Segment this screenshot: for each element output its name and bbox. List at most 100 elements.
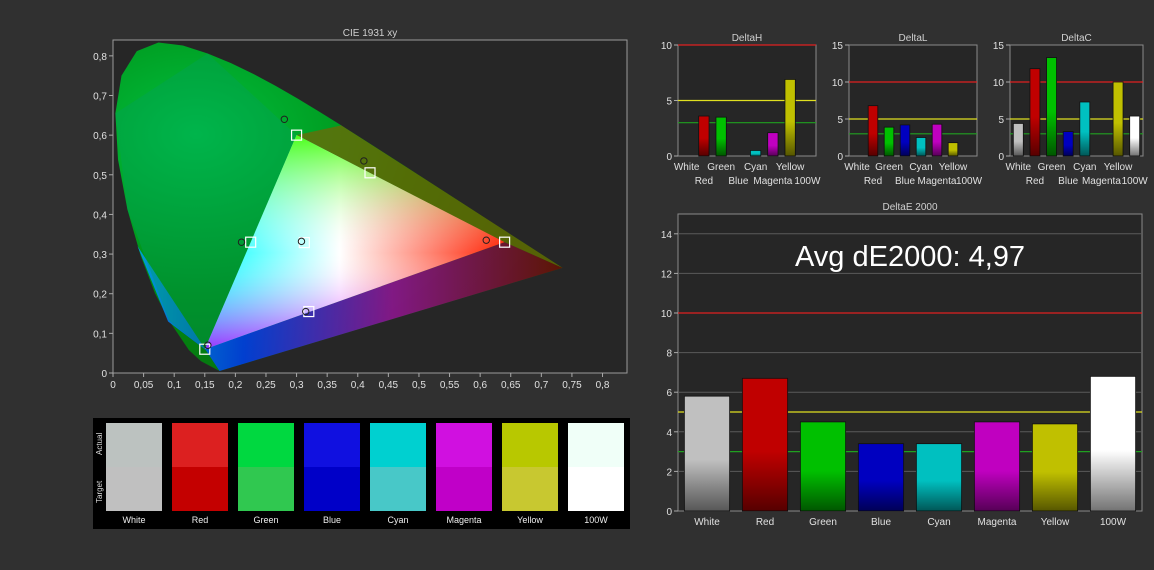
delta-c-x-label: Magenta bbox=[1082, 176, 1121, 187]
delta-h-x-label: 100W bbox=[794, 176, 821, 187]
cie-x-tick-label: 0,3 bbox=[290, 380, 304, 391]
delta-e-x-label: Yellow bbox=[1041, 517, 1070, 528]
delta-h-title: DeltaH bbox=[732, 33, 763, 44]
cie-x-tick-label: 0,55 bbox=[440, 380, 460, 391]
delta-e-bar-shade bbox=[916, 443, 962, 511]
swatch-red: Red bbox=[172, 423, 228, 525]
swatch-target bbox=[502, 467, 558, 511]
delta-e-y-tick-label: 6 bbox=[666, 388, 672, 399]
delta-e-bar-shade bbox=[974, 421, 1020, 511]
delta-h-x-label: Red bbox=[695, 176, 713, 187]
cie-y-tick-label: 0,6 bbox=[93, 131, 107, 142]
delta-e-bar-shade bbox=[858, 443, 904, 511]
delta-e-x-label: Cyan bbox=[927, 517, 950, 528]
delta-c-x-label: Blue bbox=[1058, 176, 1078, 187]
delta-e-x-label: Magenta bbox=[978, 517, 1017, 528]
cie-y-tick-label: 0,4 bbox=[93, 210, 107, 221]
delta-e-y-tick-label: 0 bbox=[666, 507, 672, 518]
color-swatch-panel: Actual Target White Red Green Blue Cyan Magen… bbox=[93, 418, 630, 529]
swatch-target bbox=[238, 467, 294, 511]
cie-x-tick-label: 0,35 bbox=[317, 380, 337, 391]
swatch-actual bbox=[172, 423, 228, 467]
delta-h-bar-shade bbox=[698, 116, 710, 156]
delta-c-x-label: White bbox=[1006, 162, 1032, 173]
cie-y-tick-label: 0,5 bbox=[93, 171, 107, 182]
delta-e-y-tick-label: 12 bbox=[661, 269, 673, 280]
cie-x-tick-label: 0,2 bbox=[228, 380, 242, 391]
delta-e-bar-shade bbox=[742, 378, 788, 511]
delta-l-bar-shade bbox=[884, 127, 894, 156]
delta-e-y-tick-label: 14 bbox=[661, 230, 673, 241]
delta-l-bar-shade bbox=[948, 142, 958, 156]
swatch-magenta: Magenta bbox=[436, 423, 492, 525]
cie-title: CIE 1931 xy bbox=[343, 28, 397, 39]
delta-e-y-tick-label: 2 bbox=[666, 467, 672, 478]
delta-c-bar-shade bbox=[1129, 116, 1140, 156]
swatch-target bbox=[304, 467, 360, 511]
delta-l-x-label: 100W bbox=[956, 176, 983, 187]
swatch-label: White bbox=[122, 515, 146, 525]
swatch-actual bbox=[502, 423, 558, 467]
delta-h-y-tick-label: 0 bbox=[666, 152, 672, 163]
delta-h-x-label: Blue bbox=[728, 176, 748, 187]
swatch-label: Cyan bbox=[387, 515, 409, 525]
swatch-green: Green bbox=[238, 423, 294, 525]
swatch-label: 100W bbox=[584, 515, 608, 525]
delta-h-y-tick-label: 5 bbox=[666, 97, 672, 108]
cie-x-tick-label: 0,1 bbox=[167, 380, 181, 391]
cie-y-tick-label: 0,3 bbox=[93, 250, 107, 261]
delta-l-bar-shade bbox=[868, 105, 878, 156]
swatch-actual bbox=[304, 423, 360, 467]
delta-e-bar-shade bbox=[1090, 376, 1136, 511]
swatch-actual bbox=[238, 423, 294, 467]
delta-h-bar-shade bbox=[750, 150, 761, 156]
swatch-target bbox=[436, 467, 492, 511]
cie-x-tick-label: 0,25 bbox=[256, 380, 276, 391]
delta-e-bar-shade bbox=[800, 421, 846, 511]
delta-c-x-label: Cyan bbox=[1073, 162, 1096, 173]
swatch-white: White bbox=[106, 423, 162, 525]
cie-x-tick-label: 0 bbox=[110, 380, 116, 391]
cie-y-tick-label: 0,1 bbox=[93, 329, 107, 340]
delta-c-x-label: Green bbox=[1038, 162, 1066, 173]
swatch-label: Yellow bbox=[517, 515, 543, 525]
delta-e-bar-shade bbox=[684, 396, 730, 511]
cie-x-tick-label: 0,8 bbox=[596, 380, 610, 391]
swatch-label: Blue bbox=[322, 515, 341, 525]
delta-e-x-label: White bbox=[694, 517, 720, 528]
delta-c-title: DeltaC bbox=[1061, 33, 1092, 44]
swatch-cyan: Cyan bbox=[370, 423, 426, 525]
delta-h-x-label: Magenta bbox=[753, 176, 792, 187]
delta-e-y-tick-label: 4 bbox=[666, 428, 672, 439]
swatch-actual bbox=[568, 423, 624, 467]
delta-l-x-label: Red bbox=[864, 176, 882, 187]
cie-y-tick-label: 0,7 bbox=[93, 92, 107, 103]
delta-e-x-label: Red bbox=[756, 517, 774, 528]
delta-l-y-tick-label: 15 bbox=[832, 41, 844, 52]
delta-e-y-tick-label: 10 bbox=[661, 309, 673, 320]
swatch-actual bbox=[370, 423, 426, 467]
cie-x-tick-label: 0,05 bbox=[134, 380, 154, 391]
swatch-actual bbox=[436, 423, 492, 467]
delta-h-y-tick-label: 10 bbox=[661, 41, 673, 52]
delta-l-y-tick-label: 5 bbox=[837, 115, 843, 126]
cie-x-tick-label: 0,65 bbox=[501, 380, 521, 391]
delta-c-bar-shade bbox=[1046, 57, 1057, 156]
delta-c-y-tick-label: 15 bbox=[993, 41, 1005, 52]
swatch-label: Magenta bbox=[446, 515, 482, 525]
delta-c-x-label: 100W bbox=[1122, 176, 1149, 187]
delta-l-x-label: Green bbox=[875, 162, 903, 173]
cie-x-tick-label: 0,75 bbox=[562, 380, 582, 391]
delta-e-y-tick-label: 8 bbox=[666, 349, 672, 360]
swatch-100w: 100W bbox=[568, 423, 624, 525]
delta-h-bar-shade bbox=[784, 79, 796, 156]
swatch-target bbox=[568, 467, 624, 511]
cie-x-tick-label: 0,15 bbox=[195, 380, 215, 391]
swatch-label: Red bbox=[191, 515, 209, 525]
delta-l-x-label: White bbox=[844, 162, 870, 173]
swatch-yellow: Yellow bbox=[502, 423, 558, 525]
cie-x-tick-label: 0,5 bbox=[412, 380, 426, 391]
swatch-label: Green bbox=[253, 515, 279, 525]
delta-l-bar-shade bbox=[932, 124, 942, 156]
swatch-target bbox=[370, 467, 426, 511]
